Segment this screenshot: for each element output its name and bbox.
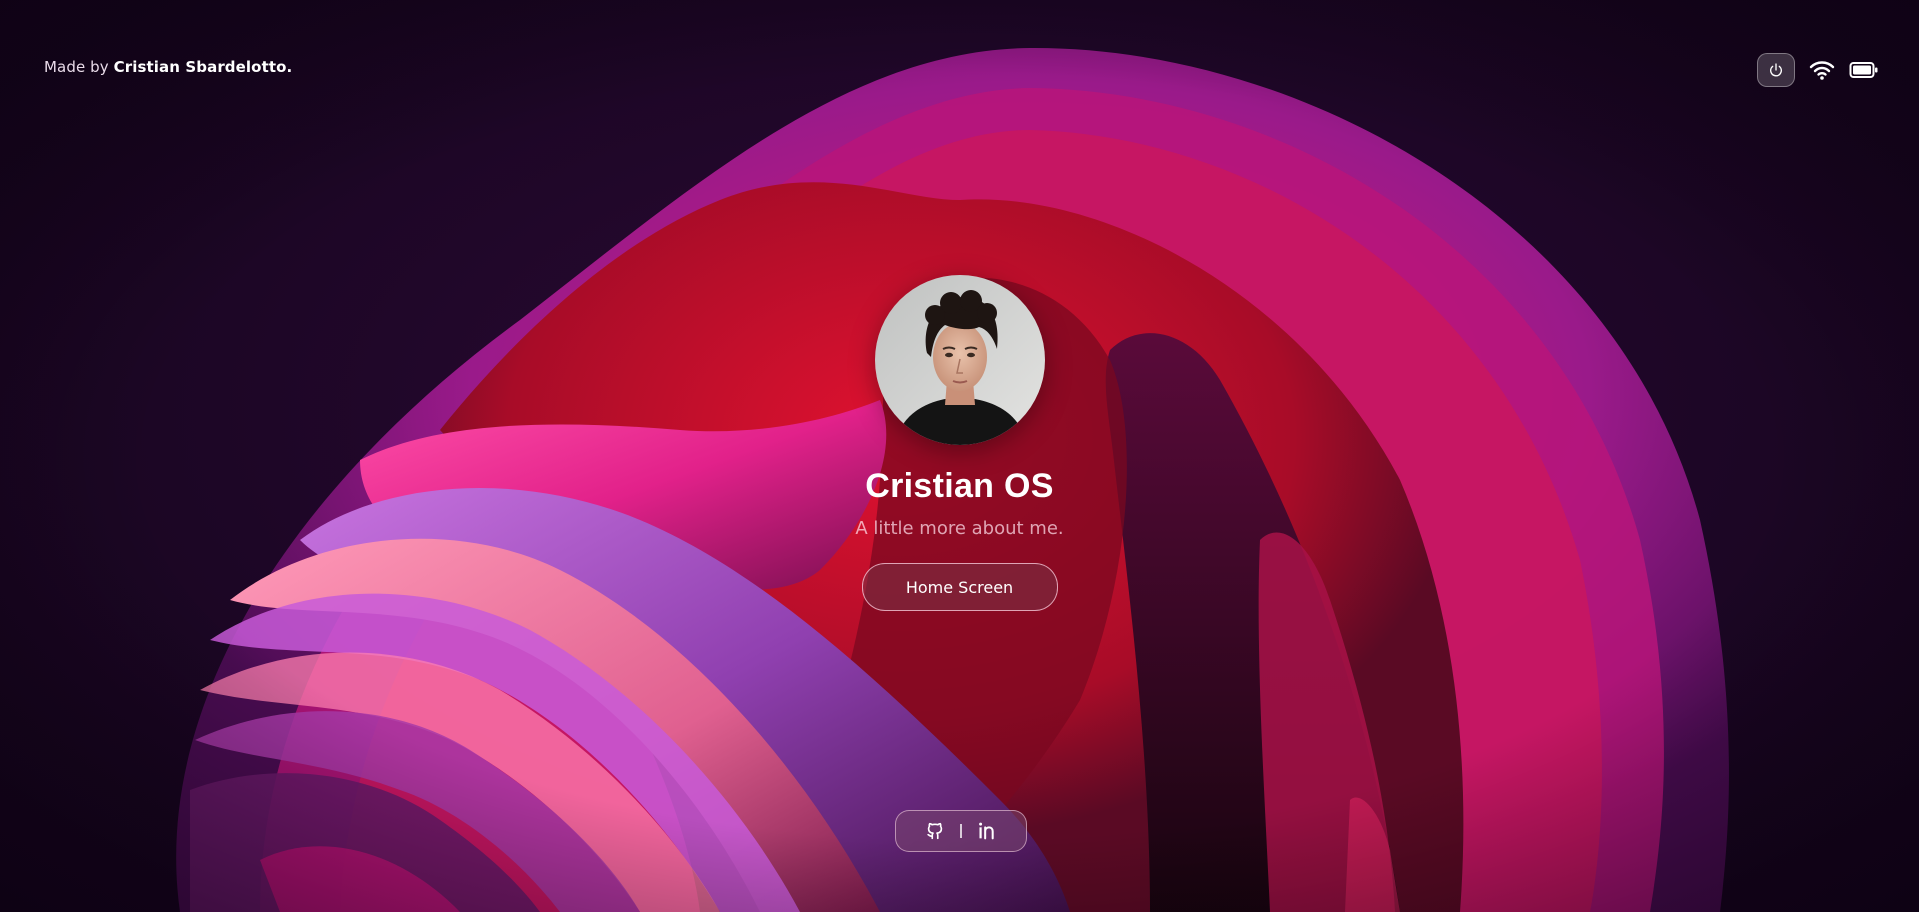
power-icon	[1770, 63, 1782, 77]
profile-panel: Cristian OS A little more about me. Home…	[0, 275, 1919, 611]
linkedin-link[interactable]	[976, 820, 998, 842]
github-link[interactable]	[924, 820, 946, 842]
credit-text: Made by Cristian Sbardelotto.	[44, 58, 292, 76]
page-title: Cristian OS	[865, 467, 1054, 505]
credit-name[interactable]: Cristian Sbardelotto.	[114, 58, 293, 76]
github-icon	[927, 822, 943, 840]
power-button[interactable]	[1757, 53, 1795, 87]
status-bar	[1757, 53, 1879, 87]
wifi-icon[interactable]	[1809, 59, 1835, 81]
battery-icon[interactable]	[1849, 60, 1879, 80]
social-links	[895, 810, 1027, 852]
home-screen-button[interactable]: Home Screen	[861, 563, 1058, 611]
avatar	[874, 275, 1045, 445]
avatar-photo	[874, 275, 1045, 445]
desktop: Made by Cristian Sbardelotto. Cristian O…	[0, 0, 1919, 912]
page-subtitle: A little more about me.	[855, 518, 1064, 539]
linkedin-icon	[978, 822, 994, 840]
credit-prefix: Made by	[44, 58, 109, 76]
social-divider	[960, 824, 962, 838]
